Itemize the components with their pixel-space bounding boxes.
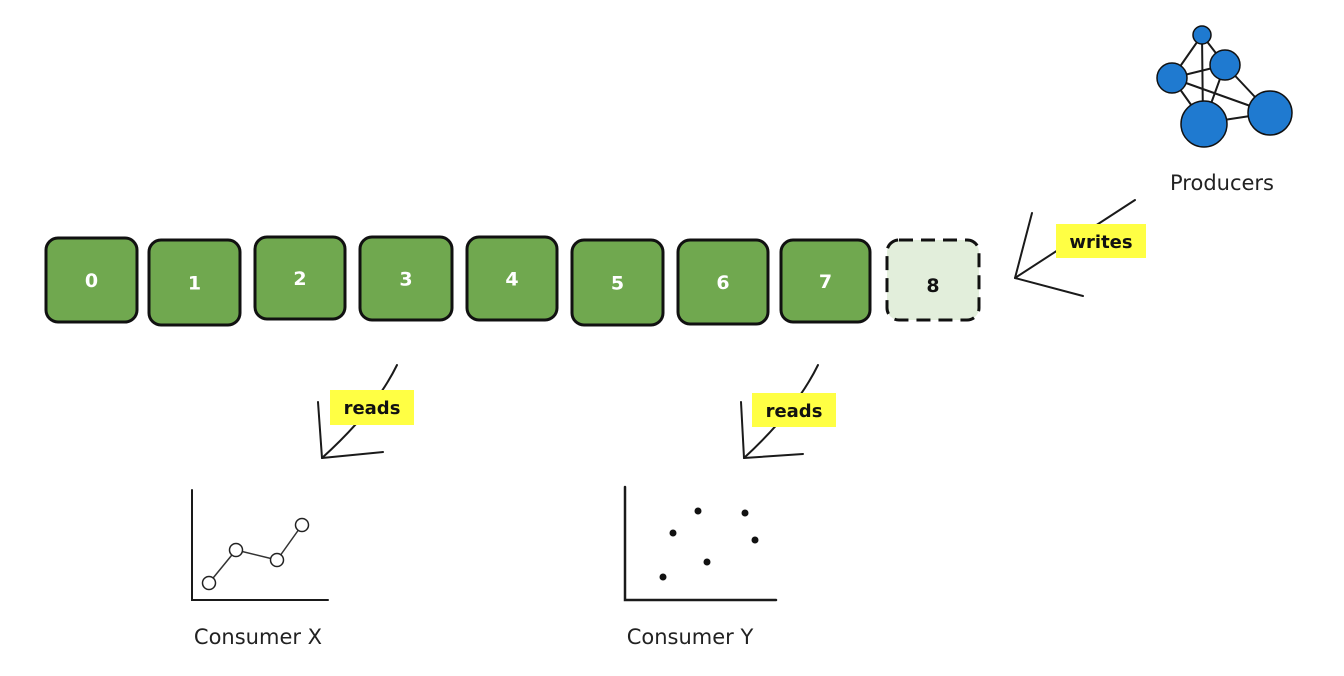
record-0: 0 bbox=[44, 236, 139, 324]
reads-label-y: reads bbox=[766, 401, 823, 422]
scatter-point bbox=[751, 536, 759, 544]
record-log: 0 1 2 3 4 5 6 7 8 bbox=[44, 235, 981, 327]
record-6: 6 bbox=[676, 238, 770, 326]
record-8: 8 bbox=[885, 238, 981, 322]
producer-node bbox=[1180, 100, 1228, 148]
scatter-plot-icon bbox=[623, 485, 778, 602]
reads-arrow-consumer-y: reads bbox=[740, 364, 836, 459]
record-4: 4 bbox=[465, 235, 559, 322]
record-label: 7 bbox=[819, 271, 832, 293]
record-5: 5 bbox=[570, 238, 665, 327]
diagram-canvas: Producers 0 1 2 3 4 5 6 7 8 writes reads reads C… bbox=[44, 25, 1293, 649]
scatter-point bbox=[694, 507, 702, 515]
record-label: 6 bbox=[716, 272, 729, 294]
writes-label: writes bbox=[1069, 232, 1132, 253]
scatter-point bbox=[659, 573, 667, 581]
record-7: 7 bbox=[779, 238, 872, 324]
chart-point bbox=[201, 575, 217, 591]
scatter-point bbox=[741, 509, 749, 517]
record-label: 2 bbox=[293, 268, 306, 290]
record-label: 1 bbox=[188, 273, 201, 295]
record-1: 1 bbox=[147, 238, 242, 327]
reads-arrow-consumer-x: reads bbox=[317, 364, 414, 459]
scatter-point bbox=[703, 558, 711, 566]
record-label: 4 bbox=[505, 269, 518, 291]
record-label: 0 bbox=[85, 270, 98, 292]
record-label: 5 bbox=[611, 273, 624, 295]
producer-node bbox=[1247, 90, 1293, 136]
network-graph-icon bbox=[1156, 25, 1293, 148]
consumer-x-label: Consumer X bbox=[194, 625, 322, 649]
writes-arrow: writes bbox=[1014, 199, 1146, 297]
producers-label: Producers bbox=[1170, 171, 1274, 195]
line-chart-icon bbox=[191, 489, 329, 601]
chart-point bbox=[269, 552, 285, 568]
record-2: 2 bbox=[253, 235, 347, 321]
record-label: 8 bbox=[926, 275, 939, 297]
consumer-y-label: Consumer Y bbox=[627, 625, 754, 649]
chart-point bbox=[294, 517, 310, 533]
record-label: 3 bbox=[399, 269, 412, 291]
reads-label-x: reads bbox=[344, 398, 401, 419]
producer-node bbox=[1209, 49, 1241, 81]
producer-node bbox=[1156, 62, 1188, 94]
record-3: 3 bbox=[358, 235, 454, 322]
producer-node bbox=[1192, 25, 1212, 45]
scatter-point bbox=[669, 529, 677, 537]
chart-point bbox=[228, 542, 244, 558]
